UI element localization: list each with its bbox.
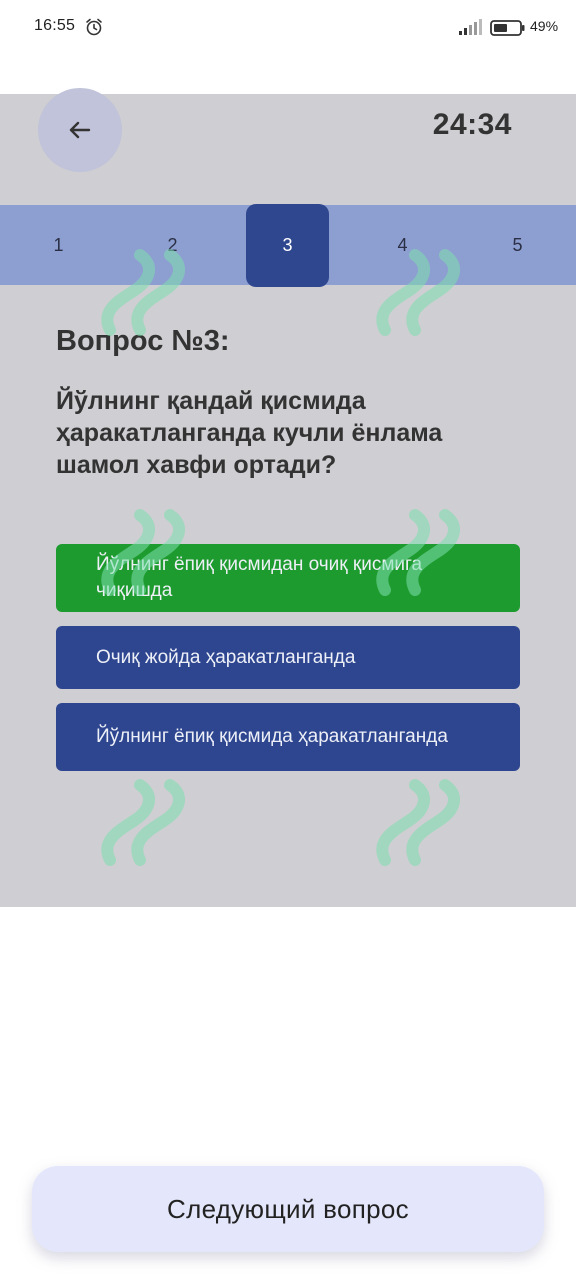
status-time: 16:55	[34, 17, 76, 34]
timer: 24:34	[432, 108, 512, 141]
question-text: Йўлнинг қандай қисмида ҳаракатланганда к…	[56, 387, 443, 479]
answer-option-3[interactable]: Йўлнинг ёпиқ қисмида ҳаракатланганда	[56, 703, 520, 771]
question-navigation: 1 2 3 4 5	[0, 204, 576, 287]
question-tab-1[interactable]: 1	[17, 205, 100, 285]
question-tab-2[interactable]: 2	[131, 205, 214, 285]
signal-icon	[459, 19, 482, 35]
answer-option-2[interactable]: Очиқ жойда ҳаракатланганда	[56, 626, 520, 689]
answer-option-1[interactable]: Йўлнинг ёпиқ қисмидан очиқ қисмига чиқиш…	[56, 544, 520, 612]
back-button[interactable]	[38, 88, 122, 172]
answer-option-text: Йўлнинг ёпиқ қисмида ҳаракатланганда	[96, 726, 448, 747]
question-tab-4[interactable]: 4	[361, 205, 444, 285]
question-tab-5[interactable]: 5	[476, 205, 559, 285]
next-question-button[interactable]: Следующий вопрос	[32, 1166, 544, 1252]
alarm-icon	[86, 18, 102, 36]
battery-percent: 49%	[530, 18, 559, 34]
battery-icon	[490, 20, 525, 36]
question-number: Вопрос №3:	[56, 325, 230, 357]
answer-option-text: Йўлнинг ёпиқ қисмидан очиқ қисмига чиқиш…	[96, 554, 423, 601]
arrow-left-icon	[69, 121, 91, 139]
answer-option-text: Очиқ жойда ҳаракатланганда	[96, 646, 356, 668]
question-tab-3[interactable]: 3	[246, 204, 329, 287]
status-bar: 16:55 49%	[0, 0, 576, 56]
